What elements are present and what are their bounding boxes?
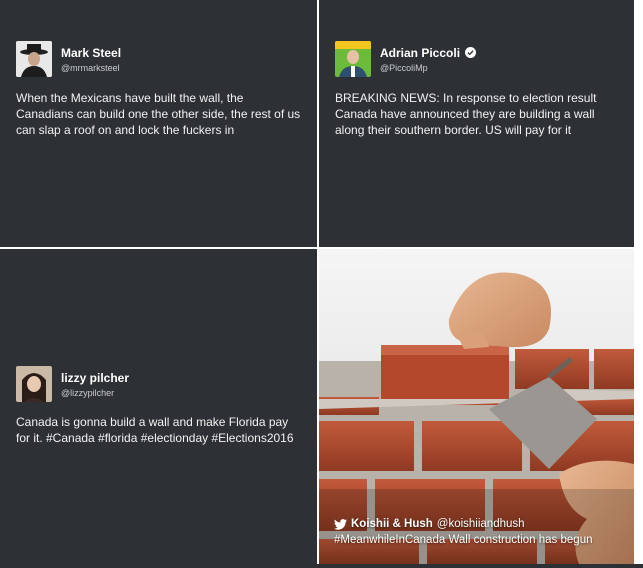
media-author-handle[interactable]: @koishiiandhush [437, 516, 525, 532]
tweet-author-handle[interactable]: @lizzypilcher [61, 388, 129, 398]
tweet-card-mark-steel[interactable]: Mark Steel @mrmarksteel When the Mexican… [0, 0, 317, 247]
tweet-card-adrian-piccoli[interactable]: Adrian Piccoli @PiccoliMp BREAKING NEWS:… [319, 0, 634, 247]
author-name-text: Adrian Piccoli [380, 45, 461, 60]
avatar[interactable] [16, 41, 52, 77]
bottom-strip [0, 564, 643, 568]
tweet-author-name[interactable]: Mark Steel [61, 46, 121, 60]
tweet-author-handle[interactable]: @PiccoliMp [380, 63, 476, 73]
tweet-text: BREAKING NEWS: In response to election r… [335, 91, 597, 137]
tweet-card-lizzy-pilcher[interactable]: lizzy pilcher @lizzypilcher Canada is go… [0, 249, 317, 564]
tweet-grid: Mark Steel @mrmarksteel When the Mexican… [0, 0, 643, 568]
tweet-author-handle[interactable]: @mrmarksteel [61, 63, 121, 73]
tweet-header: Adrian Piccoli @PiccoliMp [335, 41, 477, 77]
tweet-header: Mark Steel @mrmarksteel [16, 41, 121, 77]
tweet-text: Canada is gonna build a wall and make Fl… [16, 415, 294, 445]
media-tweet-text: #MeanwhileInCanada Wall construction has… [334, 534, 593, 546]
twitter-bird-icon [334, 518, 347, 530]
tweet-author-name[interactable]: Adrian Piccoli [380, 45, 477, 60]
media-author-name[interactable]: Koishii & Hush [351, 516, 433, 532]
media-author-line[interactable]: Koishii & Hush @koishiiandhush [334, 516, 592, 532]
verified-badge-icon [465, 47, 477, 58]
tweet-text: When the Mexicans have built the wall, t… [16, 91, 301, 137]
tweet-card-koishii-hush[interactable]: Koishii & Hush @koishiiandhush #Meanwhil… [319, 249, 634, 564]
avatar[interactable] [335, 41, 371, 77]
avatar[interactable] [16, 366, 52, 402]
tweet-header: lizzy pilcher @lizzypilcher [16, 366, 129, 402]
media-caption: Koishii & Hush @koishiiandhush #Meanwhil… [334, 516, 592, 548]
tweet-author-name[interactable]: lizzy pilcher [61, 371, 129, 385]
